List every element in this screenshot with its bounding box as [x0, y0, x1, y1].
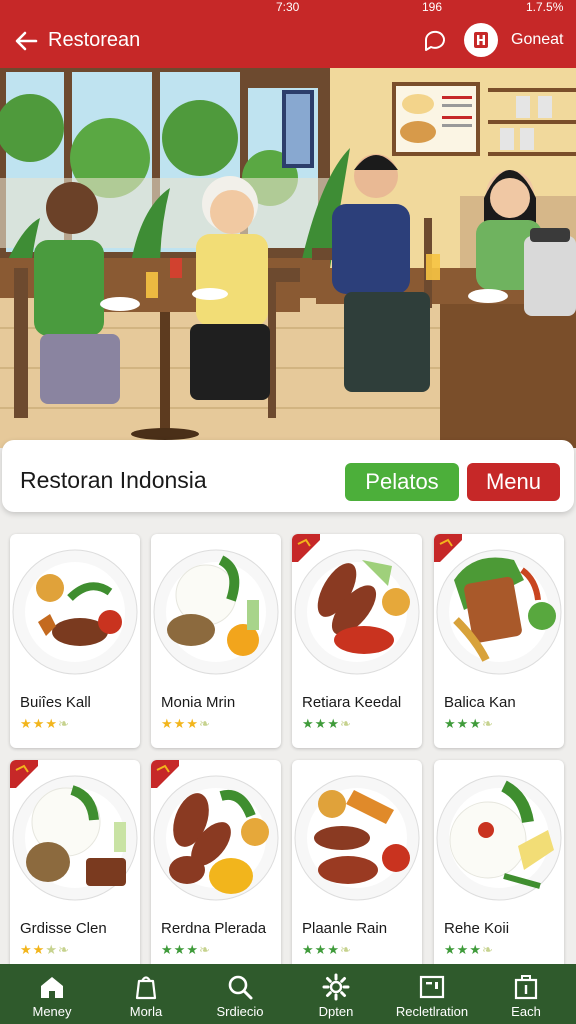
- bag-icon: [135, 976, 157, 1000]
- star-icon: ★: [173, 716, 187, 731]
- dish-rating: ★★★❧: [161, 942, 211, 958]
- star-icon: ★: [32, 942, 46, 957]
- dish-image: [436, 775, 562, 901]
- dish-card[interactable]: Buiîes Kall ★★★❧: [10, 534, 140, 748]
- nav-label: Each: [511, 1004, 541, 1019]
- star-icon: ❧: [481, 942, 494, 957]
- nav-label: Meney: [32, 1004, 72, 1019]
- dish-name: Rehe Koii: [444, 920, 510, 937]
- star-icon: ★: [444, 942, 457, 957]
- dish-rating: ★★★❧: [302, 942, 352, 958]
- nav-item-srdiecio[interactable]: Srdiecio: [192, 964, 288, 1024]
- dish-card[interactable]: Rehe Koii ★★★❧: [434, 760, 564, 974]
- star-icon: ❧: [481, 716, 494, 731]
- back-arrow-icon[interactable]: [12, 27, 40, 55]
- promo-tag-icon: [10, 760, 38, 788]
- account-label[interactable]: Goneat: [511, 31, 563, 49]
- dish-rating: ★★★❧: [302, 716, 352, 732]
- dish-image: [294, 775, 420, 901]
- gear-icon: [322, 973, 350, 1001]
- star-icon: ❧: [339, 942, 352, 957]
- dish-name: Rerdna Plerada: [161, 920, 267, 937]
- star-icon: ❧: [339, 716, 352, 731]
- dish-card[interactable]: Rerdna Plerada ★★★❧: [151, 760, 281, 974]
- star-icon: ★: [327, 716, 340, 731]
- star-icon: ★: [444, 716, 457, 731]
- restaurant-illustration: [0, 68, 576, 448]
- nav-item-dpten[interactable]: Dpten: [288, 964, 384, 1024]
- register-icon: [419, 975, 445, 999]
- nav-label: Recletlration: [395, 1004, 469, 1019]
- app-bar: Restorean Goneat: [0, 14, 576, 68]
- star-icon: ★: [20, 942, 33, 957]
- star-icon: ★: [302, 716, 315, 731]
- star-icon: ★: [20, 716, 33, 731]
- star-icon: ❧: [57, 942, 70, 957]
- dish-rating: ★★★❧: [444, 716, 494, 732]
- promo-tag-icon: [151, 760, 179, 788]
- star-icon: ★: [186, 716, 199, 731]
- dish-name: Plaanle Rain: [302, 920, 388, 937]
- star-icon: ★: [45, 942, 58, 957]
- status-signal: 196: [422, 0, 443, 14]
- star-icon: ★: [456, 942, 470, 957]
- menu-button[interactable]: Menu: [467, 463, 560, 501]
- dish-card[interactable]: Retiara Keedal ★★★❧: [292, 534, 422, 748]
- status-battery: 1.7.5%: [526, 0, 564, 14]
- star-icon: ❧: [57, 716, 70, 731]
- star-icon: ★: [173, 942, 187, 957]
- dish-name: Balica Kan: [444, 694, 516, 711]
- star-icon: ❧: [198, 942, 211, 957]
- restaurant-name: Restoran Indonsia: [20, 467, 207, 493]
- account-avatar[interactable]: [464, 23, 498, 57]
- app-title: Restorean: [48, 29, 141, 51]
- dish-card[interactable]: Monia Mrin ★★★❧: [151, 534, 281, 748]
- dish-rating: ★★★❧: [20, 716, 70, 732]
- star-icon: ★: [186, 942, 199, 957]
- restaurant-logo-icon: [474, 32, 488, 48]
- dish-card[interactable]: Balica Kan ★★★❧: [434, 534, 564, 748]
- dish-name: Retiara Keedal: [302, 694, 402, 711]
- star-icon: ★: [469, 942, 482, 957]
- star-icon: ★: [469, 716, 482, 731]
- nav-label: Dpten: [318, 1004, 354, 1019]
- nav-item-morla[interactable]: Morla: [98, 964, 194, 1024]
- nav-item-meney[interactable]: Meney: [4, 964, 100, 1024]
- chat-icon[interactable]: [422, 28, 448, 54]
- star-icon: ★: [314, 716, 328, 731]
- dish-image: [12, 549, 138, 675]
- home-icon: [41, 977, 63, 998]
- dish-rating: ★★★❧: [444, 942, 494, 958]
- dish-name: Grdisse Clen: [20, 920, 107, 937]
- star-icon: ★: [161, 716, 174, 731]
- dish-card[interactable]: Grdisse Clen ★★★❧: [10, 760, 140, 974]
- nav-item-each[interactable]: Each: [478, 964, 574, 1024]
- status-bar: 7:30 196 1.7.5%: [0, 0, 576, 14]
- status-time: 7:30: [276, 0, 300, 14]
- star-icon: ★: [45, 716, 58, 731]
- dish-name: Buiîes Kall: [20, 694, 91, 711]
- promo-tag-icon: [292, 534, 320, 562]
- search-icon: [228, 975, 253, 1000]
- star-icon: ★: [327, 942, 340, 957]
- nav-label: Morla: [129, 1004, 163, 1019]
- dish-rating: ★★★❧: [20, 942, 70, 958]
- restaurant-header-card: Restoran Indonsia Pelatos Menu: [2, 440, 574, 512]
- star-icon: ★: [314, 942, 328, 957]
- star-icon: ★: [302, 942, 315, 957]
- bottom-navigation: Meney Morla Srdiecio Dpten Recletlration: [0, 964, 576, 1024]
- nav-item-recletlration[interactable]: Recletlration: [384, 964, 480, 1024]
- star-icon: ❧: [198, 716, 211, 731]
- star-icon: ★: [456, 716, 470, 731]
- dish-card[interactable]: Plaanle Rain ★★★❧: [292, 760, 422, 974]
- info-icon: [514, 975, 538, 1000]
- star-icon: ★: [161, 942, 174, 957]
- dish-image: [153, 549, 279, 675]
- nav-label: Srdiecio: [216, 1004, 264, 1019]
- pelatos-button[interactable]: Pelatos: [345, 463, 459, 501]
- dish-name: Monia Mrin: [161, 694, 236, 711]
- promo-tag-icon: [434, 534, 462, 562]
- dish-rating: ★★★❧: [161, 716, 211, 732]
- star-icon: ★: [32, 716, 46, 731]
